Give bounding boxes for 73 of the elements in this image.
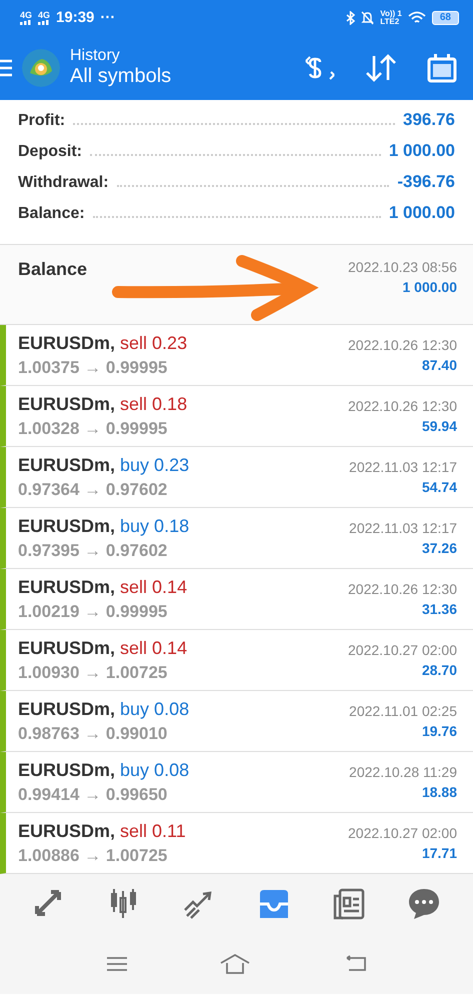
- wifi-icon: [408, 10, 426, 24]
- deal-profit: 17.71: [422, 845, 457, 861]
- deal-profit: 28.70: [422, 662, 457, 678]
- deal-row[interactable]: EURUSDm, sell 0.23 1.00375 → 0.99995 2022.10.26 12:30 87.40: [0, 325, 473, 386]
- deal-time: 2022.10.27 02:00: [348, 825, 457, 841]
- summary-label: Deposit:: [18, 143, 82, 161]
- screen-title[interactable]: All symbols: [70, 65, 295, 88]
- dollar-exchange-icon[interactable]: [305, 54, 335, 82]
- deal-title: EURUSDm, buy 0.23: [18, 454, 190, 476]
- deal-prices: 0.97364 → 0.97602: [18, 480, 168, 500]
- deal-row[interactable]: EURUSDm, buy 0.23 0.97364 → 0.97602 2022.11.03 12:17 54.74: [0, 447, 473, 508]
- app-logo-icon: [22, 48, 60, 86]
- deal-time: 2022.11.03 12:17: [349, 459, 457, 475]
- deal-title: EURUSDm, sell 0.14: [18, 576, 188, 598]
- deal-time: 2022.11.01 02:25: [349, 703, 457, 719]
- deal-prices: 0.99414 → 0.99650: [18, 784, 168, 804]
- summary-value: 1 000.00: [388, 203, 455, 223]
- summary-label: Balance:: [18, 205, 85, 223]
- deal-title: EURUSDm, sell 0.23: [18, 332, 188, 354]
- summary-value: 1 000.00: [388, 141, 455, 161]
- calendar-icon[interactable]: [427, 52, 457, 82]
- bluetooth-icon: [346, 10, 356, 24]
- deal-time: 2022.11.03 12:17: [349, 520, 457, 536]
- more-indicator: ···: [100, 9, 116, 26]
- deal-profit: 37.26: [422, 540, 457, 556]
- deal-prices: 1.00930 → 1.00725: [18, 662, 168, 682]
- deal-title: EURUSDm, buy 0.08: [18, 698, 190, 720]
- balance-amount: 1 000.00: [402, 279, 457, 295]
- deal-profit: 31.36: [422, 601, 457, 617]
- deal-prices: 1.00328 → 0.99995: [18, 418, 168, 438]
- deal-time: 2022.10.26 12:30: [348, 581, 457, 597]
- deal-title: EURUSDm, buy 0.18: [18, 516, 190, 536]
- menu-icon[interactable]: [106, 956, 128, 972]
- deal-time: 2022.10.26 12:30: [348, 398, 457, 414]
- deal-profit: 59.94: [422, 418, 457, 434]
- summary-label: Profit:: [18, 112, 66, 130]
- muted-bell-icon: [361, 10, 374, 24]
- deal-row[interactable]: EURUSDm, sell 0.14 1.00930 → 1.00725 2022.10.27 02:00 28.70: [0, 630, 473, 691]
- home-icon[interactable]: [219, 953, 252, 975]
- deal-prices: 1.00219 → 0.99995: [18, 602, 168, 622]
- screen-subtitle: History: [70, 47, 121, 65]
- summary-label: Withdrawal:: [18, 174, 109, 192]
- summary-value: -396.76: [397, 172, 455, 192]
- deal-title: EURUSDm, sell 0.14: [18, 638, 188, 658]
- deal-row[interactable]: EURUSDm, buy 0.08 0.98763 → 0.99010 2022.11.01 02:25 19.76: [0, 691, 473, 752]
- deal-profit: 87.40: [422, 357, 457, 373]
- deal-prices: 1.00375 → 0.99995: [18, 358, 168, 378]
- deal-prices: 1.00886 → 1.00725: [18, 846, 168, 866]
- deal-title: EURUSDm, sell 0.18: [18, 394, 188, 414]
- deal-time: 2022.10.26 12:30: [348, 337, 457, 353]
- deal-row[interactable]: EURUSDm, sell 0.18 1.00328 → 0.99995 2022.10.26 12:30 59.94: [0, 386, 473, 447]
- deal-profit: 18.88: [422, 784, 457, 800]
- lte-label: LTE2: [380, 18, 400, 26]
- deal-profit: 54.74: [422, 479, 457, 495]
- signal-indicator: 4G: [38, 10, 50, 24]
- deal-title: EURUSDm, buy 0.08: [18, 760, 190, 780]
- deal-time: 2022.10.28 11:29: [349, 764, 457, 780]
- deal-row[interactable]: EURUSDm, buy 0.18 0.97395 → 0.97602 2022.11.03 12:17 37.26: [0, 508, 473, 569]
- balance-label: Balance: [18, 259, 88, 280]
- volte-label: Vo)) 1: [380, 10, 402, 18]
- balance-time: 2022.10.23 08:56: [348, 259, 457, 275]
- deal-prices: 0.97395 → 0.97602: [18, 540, 168, 560]
- deal-prices: 0.98763 → 0.99010: [18, 724, 168, 744]
- deal-title: EURUSDm, sell 0.11: [18, 820, 186, 842]
- deal-row[interactable]: EURUSDm, sell 0.14 1.00219 → 0.99995 2022.10.26 12:30 31.36: [0, 569, 473, 630]
- sort-icon[interactable]: [365, 54, 397, 82]
- summary-value: 396.76: [403, 110, 455, 130]
- battery-indicator: 68: [432, 10, 459, 24]
- clock: 19:39: [56, 9, 94, 26]
- signal-indicator: 4G: [20, 10, 32, 24]
- deal-profit: 19.76: [422, 723, 457, 739]
- deal-time: 2022.10.27 02:00: [348, 642, 457, 658]
- deal-row[interactable]: EURUSDm, buy 0.08 0.99414 → 0.99650 2022.10.28 11:29 18.88: [0, 752, 473, 813]
